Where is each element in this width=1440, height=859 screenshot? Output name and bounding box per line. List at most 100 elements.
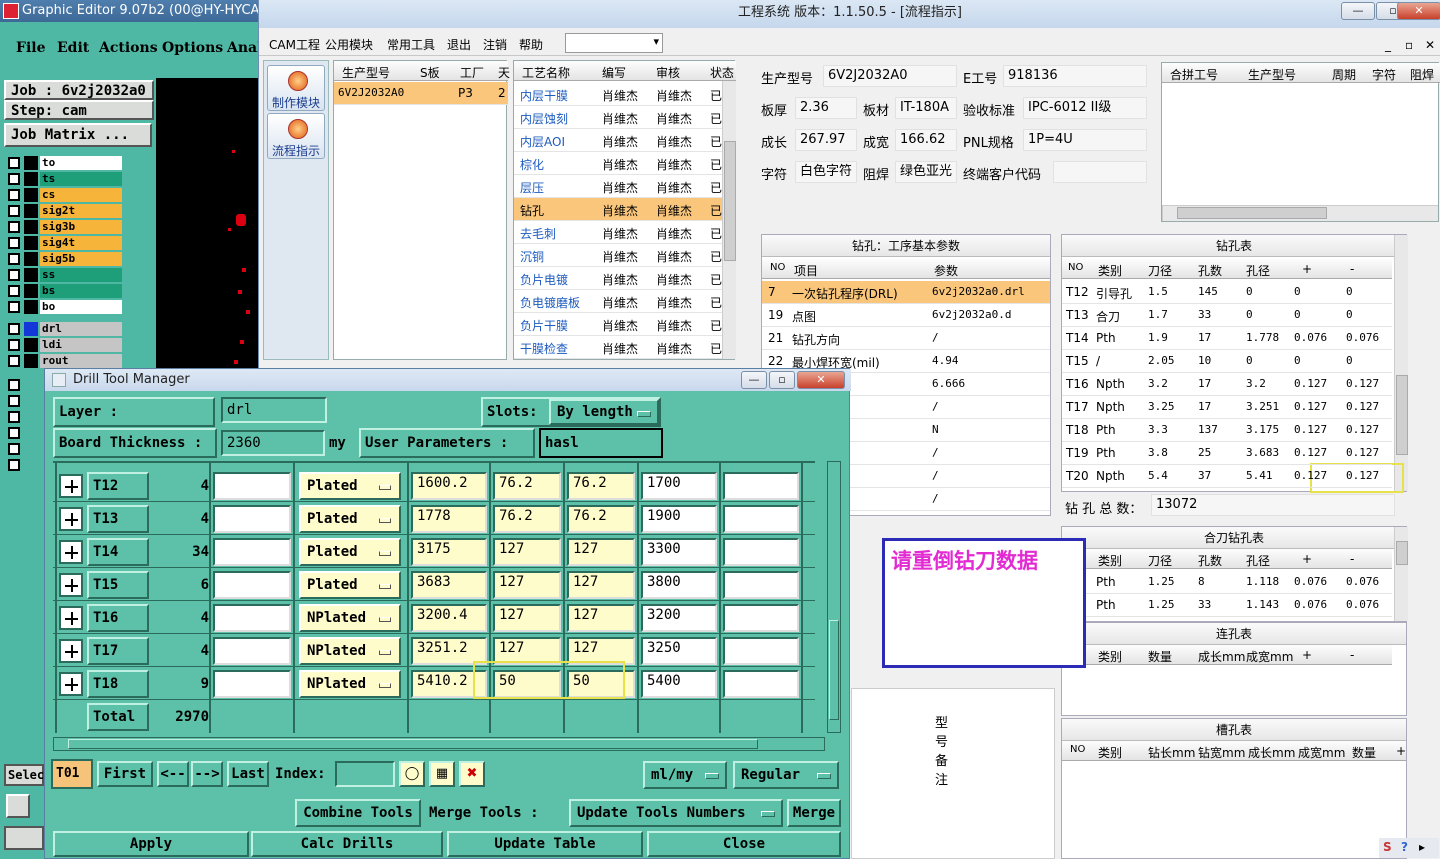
layer-checkbox[interactable] [8,301,20,313]
tool-tol-minus[interactable]: 127 [567,604,635,632]
layer-row[interactable]: drl [6,322,124,336]
layer-row[interactable]: sig5b [6,252,124,266]
unit-dropdown[interactable]: ml/my [643,761,727,789]
tray-arrow-icon[interactable]: ▸ [1419,840,1425,854]
layer-checkbox[interactable] [8,339,20,351]
tool-type-dropdown[interactable]: Plated [299,505,401,533]
process-row[interactable]: 负电镀磨板肖维杰肖维杰已上 [514,290,734,313]
select-label[interactable]: Selec [4,764,44,786]
process-row[interactable]: 沉铜肖维杰肖维杰已上 [514,244,734,267]
tool-finish-size[interactable]: 3175 [411,538,487,566]
expand-plus-icon[interactable] [59,606,83,630]
dtm-minimize-button[interactable]: — [741,371,767,389]
layer-checkbox[interactable] [8,221,20,233]
prev-button[interactable]: <-- [157,761,189,787]
tool-type-dropdown[interactable]: Plated [299,571,401,599]
process-row[interactable]: 内层蚀刻肖维杰肖维杰已上 [514,106,734,129]
layer-checkbox[interactable] [8,427,20,439]
layer-row[interactable]: sig4t [6,236,124,250]
tool-row[interactable]: T14 34 Plated 3175 127 127 3300 [53,535,815,568]
delete-icon[interactable]: ✖ [459,761,485,787]
mdi-minimize-icon[interactable]: _ [1385,38,1391,52]
tool-tol-minus[interactable]: 76.2 [567,505,635,533]
merge-button[interactable]: Merge [787,799,841,827]
tool-type-dropdown[interactable]: NPlated [299,637,401,665]
update-tools-numbers-dropdown[interactable]: Update Tools Numbers [569,799,783,827]
layer-row[interactable]: rout [6,354,124,368]
tool-blank-field[interactable] [213,637,291,665]
tool-finish-size[interactable]: 3683 [411,571,487,599]
layer-row[interactable]: ss [6,268,124,282]
drill-table-row[interactable]: T20 Npth 5.4 37 5.41 0.127 0.127 [1062,465,1392,488]
tool-finish-size[interactable]: 1600.2 [411,472,487,500]
layer-checkbox[interactable] [8,237,20,249]
menu-help[interactable]: 帮助 [519,36,543,53]
expand-plus-icon[interactable] [59,639,83,663]
calc-drills-button[interactable]: Calc Drills [251,831,443,857]
menu-exit[interactable]: 退出 [447,36,471,53]
layer-checkbox[interactable] [8,395,20,407]
process-row[interactable]: 层压肖维杰肖维杰已上 [514,175,734,198]
menu-file[interactable]: File [16,40,45,56]
drill-table-scrollbar[interactable] [1394,235,1408,491]
layer-checkbox[interactable] [8,323,20,335]
board-thickness-field[interactable]: 2360 [221,430,325,456]
menu-tools[interactable]: 常用工具 [387,36,435,53]
mode-dropdown[interactable]: Regular [733,761,839,789]
remark-box[interactable] [851,688,1055,859]
tool-row[interactable]: T17 4 NPlated 3251.2 127 127 3250 [53,634,815,667]
job-matrix-button[interactable]: Job Matrix ... [4,123,152,147]
tool-drill-size[interactable]: 3200 [641,604,717,632]
tool-extra-field[interactable] [723,670,799,698]
drill-param-row[interactable]: 7 一次钻孔程序(DRL) 6v2j2032a0.drl [762,281,1050,304]
tools-vscrollbar[interactable] [827,461,841,733]
tool-tol-plus[interactable]: 76.2 [493,505,561,533]
tool-extra-field[interactable] [723,472,799,500]
layer-row[interactable]: sig3b [6,220,124,234]
tool-blank-field[interactable] [213,472,291,500]
tool-drill-size[interactable]: 3300 [641,538,717,566]
tool-extra-field[interactable] [723,538,799,566]
tool-drill-size[interactable]: 3800 [641,571,717,599]
layer-field[interactable]: drl [221,397,327,423]
drill-table-row[interactable]: T16 Npth 3.2 17 3.2 0.127 0.127 [1062,373,1392,396]
first-button[interactable]: First [97,761,153,787]
layer-row[interactable]: bo [6,300,124,314]
layer-checkbox[interactable] [8,269,20,281]
layer-checkbox[interactable] [8,355,20,367]
menu-edit[interactable]: Edit [57,40,89,56]
process-row[interactable]: 负片干膜肖维杰肖维杰已上 [514,313,734,336]
layer-row[interactable]: sig2t [6,204,124,218]
drill-table-row[interactable]: T13 合刀 1.7 33 0 0 0 [1062,304,1392,327]
layer-row[interactable]: ts [6,172,124,186]
drill-table-row[interactable]: T17 Npth 3.25 17 3.251 0.127 0.127 [1062,396,1392,419]
mdi-restore-icon[interactable]: ▫ [1405,38,1413,52]
layer-checkbox[interactable] [8,173,20,185]
layer-checkbox[interactable] [8,285,20,297]
tool-blank-field[interactable] [213,604,291,632]
drill-param-row[interactable]: 21 钻孔方向 / [762,327,1050,350]
make-module-button[interactable]: 制作模块 [267,65,325,111]
dtm-maximize-button[interactable]: ▫ [769,371,795,389]
menu-actions[interactable]: Actions [99,40,158,56]
tool-finish-size[interactable]: 3200.4 [411,604,487,632]
tool-drill-size[interactable]: 1900 [641,505,717,533]
tool-tol-minus[interactable]: 127 [567,571,635,599]
tool-row[interactable]: T13 4 Plated 1778 76.2 76.2 1900 [53,502,815,535]
tool-row[interactable]: T16 4 NPlated 3200.4 127 127 3200 [53,601,815,634]
mdi-close-icon[interactable]: ✕ [1425,38,1435,52]
close-window-button[interactable]: ✕ [1397,2,1440,20]
tool-type-dropdown[interactable]: Plated [299,472,401,500]
drill-table-row[interactable]: T14 Pth 1.9 17 1.778 0.076 0.076 [1062,327,1392,350]
drill-table-row[interactable]: T12 引导孔 1.5 145 0 0 0 [1062,281,1392,304]
tool-type-dropdown[interactable]: NPlated [299,604,401,632]
grid-icon[interactable]: ▦ [429,761,455,787]
tool-extra-field[interactable] [723,604,799,632]
last-button[interactable]: Last [227,761,269,787]
process-row[interactable]: 棕化肖维杰肖维杰已上 [514,152,734,175]
user-params-field[interactable]: hasl [539,428,663,458]
expand-plus-icon[interactable] [59,507,83,531]
drill-param-row[interactable]: 19 点图 6v2j2032a0.d [762,304,1050,327]
close-button[interactable]: Close [647,831,841,857]
expand-plus-icon[interactable] [59,540,83,564]
